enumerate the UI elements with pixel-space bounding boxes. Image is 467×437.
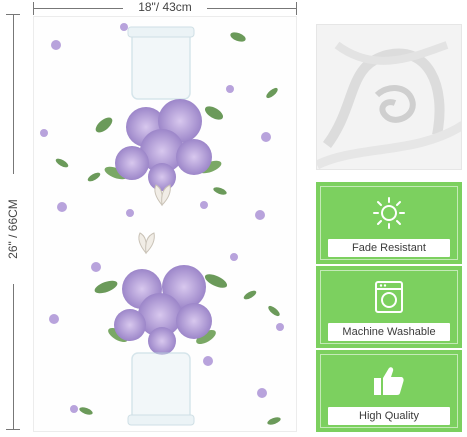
feature-high-quality: High Quality (316, 350, 462, 432)
butterfly-bottom (138, 232, 155, 255)
feature-label: Machine Washable (328, 323, 450, 341)
feature-machine-washable: Machine Washable (316, 266, 462, 348)
washing-machine-icon (375, 281, 403, 313)
height-label: 26" / 66CM (6, 199, 20, 259)
top-jar (127, 26, 195, 100)
feature-label: Fade Resistant (328, 239, 450, 257)
top-bouquet (95, 99, 224, 191)
bottom-jar (127, 352, 195, 426)
width-label: 18"/ 43cm (138, 0, 192, 14)
height-dimension: 26" / 66CM (2, 14, 24, 430)
towel-print-image (33, 16, 297, 432)
feature-label: High Quality (328, 407, 450, 425)
fabric-texture-photo (316, 24, 462, 170)
hydrangea-jar-illustration (40, 23, 284, 426)
bottom-bouquet (94, 265, 228, 355)
feature-fade-resistant: Fade Resistant (316, 182, 462, 264)
sun-icon (373, 197, 405, 229)
thumbs-up-icon (374, 367, 404, 395)
